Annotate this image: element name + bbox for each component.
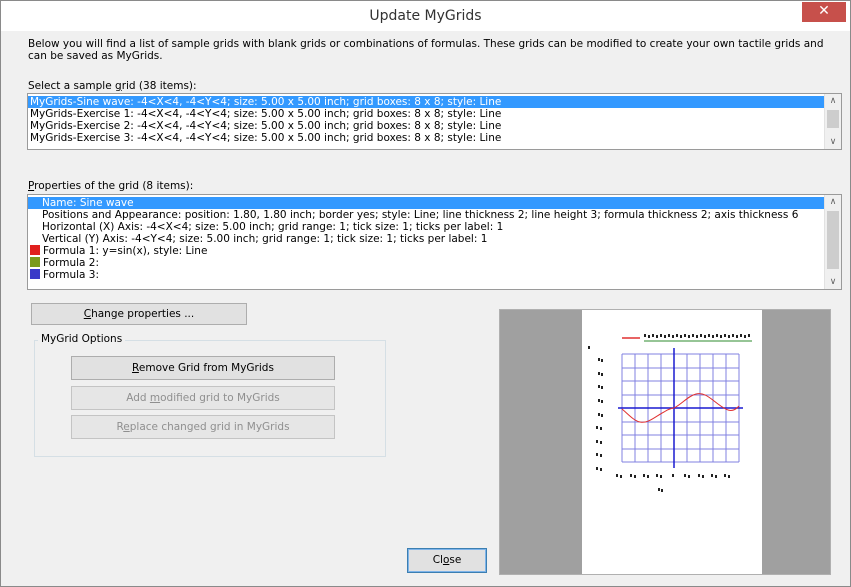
- replace-grid-button[interactable]: Replace changed grid in MyGrids: [71, 415, 335, 439]
- preview-graph: [588, 334, 752, 492]
- scroll-up-icon[interactable]: ∧: [825, 195, 841, 209]
- close-window-button[interactable]: ✕: [802, 2, 846, 22]
- mygrid-options-title: MyGrid Options: [38, 333, 126, 345]
- scroll-up-icon[interactable]: ∧: [825, 94, 841, 108]
- scroll-down-icon[interactable]: ∨: [825, 275, 841, 289]
- properties-scrollbar[interactable]: ∧ ∨: [824, 195, 841, 289]
- change-properties-button[interactable]: Change properties ...: [31, 303, 247, 325]
- remove-grid-button[interactable]: Remove Grid from MyGrids: [71, 356, 335, 380]
- property-item-name[interactable]: Name: Sine wave: [28, 197, 841, 209]
- property-item-vertical-axis[interactable]: Vertical (Y) Axis: -4<Y<4; size: 5.00 in…: [28, 233, 841, 245]
- intro-text: Below you will find a list of sample gri…: [28, 38, 824, 62]
- list-item[interactable]: MyGrids-Exercise 1: -4<X<4, -4<Y<4; size…: [28, 108, 841, 120]
- preview-title-braille: [644, 334, 750, 338]
- list-item[interactable]: MyGrids-Sine wave: -4<X<4, -4<Y<4; size:…: [28, 96, 841, 108]
- property-item-formula-2[interactable]: Formula 2:: [28, 257, 841, 269]
- preview-paper: [582, 310, 762, 574]
- scrollbar-thumb[interactable]: [827, 110, 839, 128]
- title-bar: Update MyGrids ✕: [1, 1, 850, 31]
- property-item-positions[interactable]: Positions and Appearance: position: 1.80…: [28, 209, 841, 221]
- close-icon: ✕: [818, 3, 830, 19]
- formula-color-swatch: [30, 269, 40, 279]
- properties-label: Properties of the grid (8 items):: [28, 180, 194, 192]
- sample-grid-list[interactable]: MyGrids-Sine wave: -4<X<4, -4<Y<4; size:…: [27, 93, 842, 150]
- sample-grid-label: Select a sample grid (38 items):: [28, 80, 197, 92]
- sample-grid-scrollbar[interactable]: ∧ ∨: [824, 94, 841, 149]
- preview-y-labels-braille: [588, 346, 603, 471]
- formula-color-swatch: [30, 245, 40, 255]
- close-button[interactable]: Close: [407, 548, 487, 573]
- scrollbar-thumb[interactable]: [827, 211, 839, 269]
- property-item-formula-3[interactable]: Formula 3:: [28, 269, 841, 281]
- list-item[interactable]: MyGrids-Exercise 3: -4<X<4, -4<Y<4; size…: [28, 132, 841, 144]
- dialog-window: Update MyGrids ✕ Below you will find a l…: [0, 0, 851, 587]
- grid-preview: [499, 309, 831, 575]
- property-item-horizontal-axis[interactable]: Horizontal (X) Axis: -4<X<4; size: 5.00 …: [28, 221, 841, 233]
- window-title: Update MyGrids: [369, 8, 482, 24]
- list-item[interactable]: MyGrids-Exercise 2: -4<X<4, -4<Y<4; size…: [28, 120, 841, 132]
- add-modified-grid-button[interactable]: Add modified grid to MyGrids: [71, 386, 335, 410]
- property-item-formula-1[interactable]: Formula 1: y=sin(x), style: Line: [28, 245, 841, 257]
- formula-color-swatch: [30, 257, 40, 267]
- scroll-down-icon[interactable]: ∨: [825, 135, 841, 149]
- properties-list[interactable]: Name: Sine wave Positions and Appearance…: [27, 194, 842, 290]
- preview-x-labels-braille: [616, 474, 730, 492]
